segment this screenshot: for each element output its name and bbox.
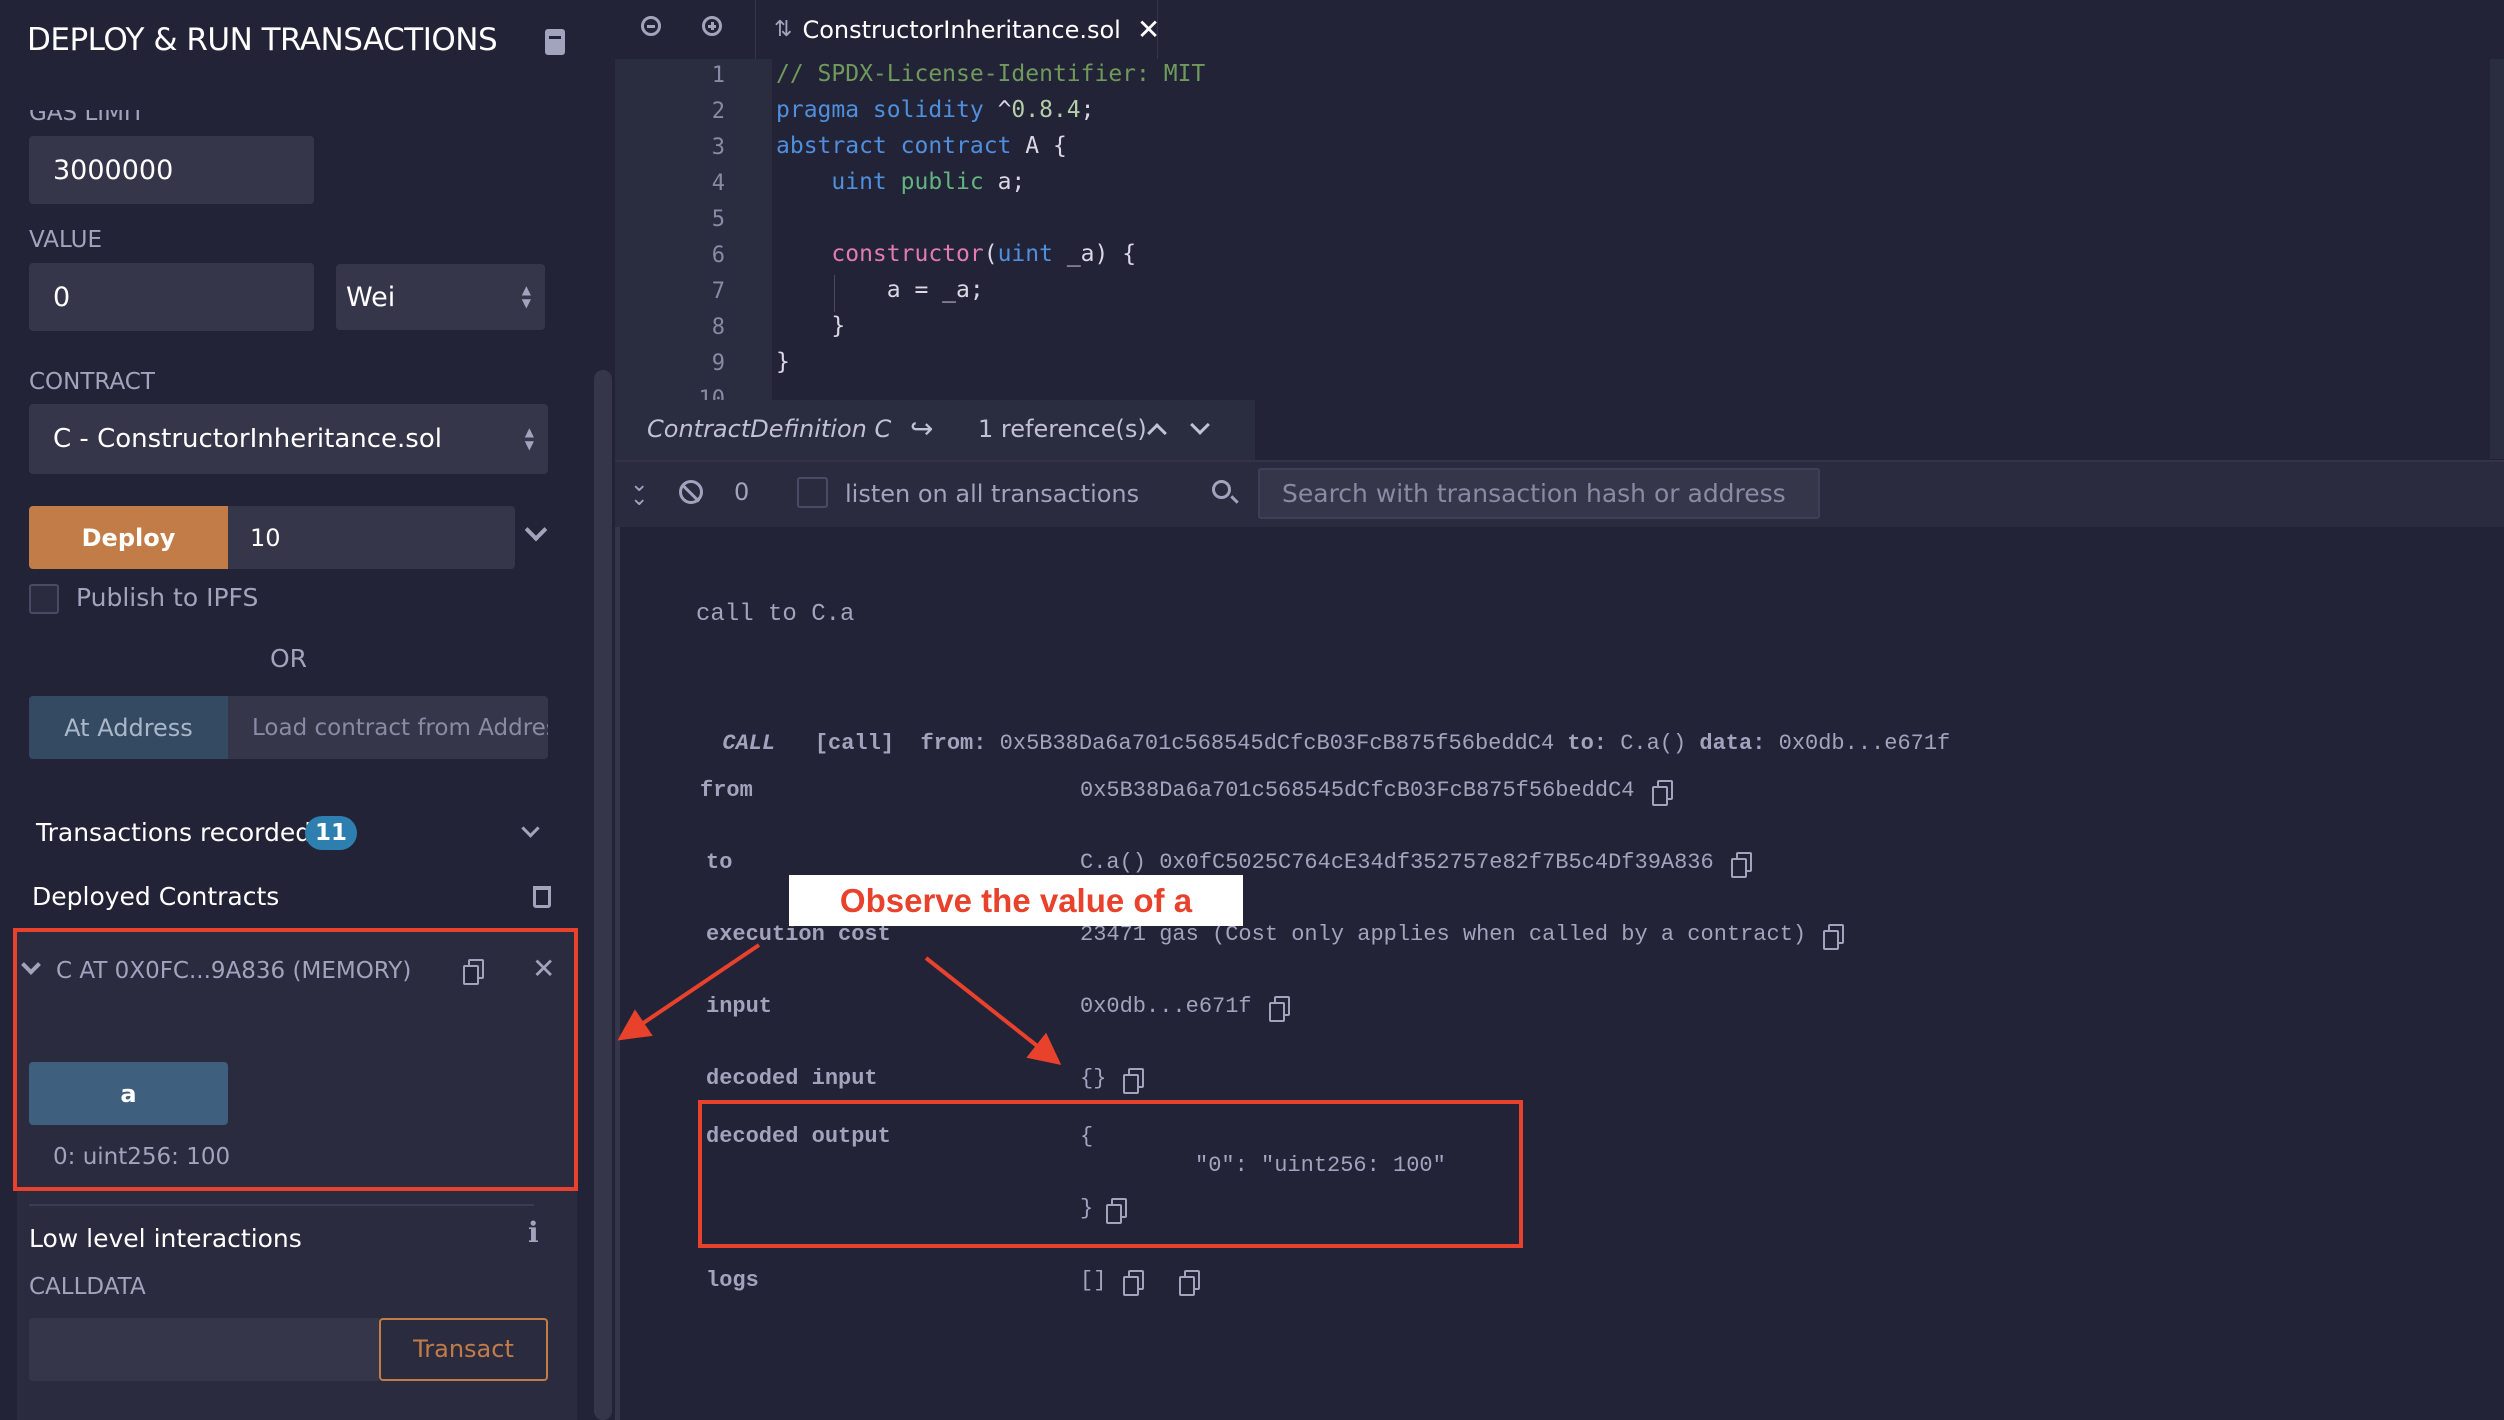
- arrow-to-decoded: [924, 956, 1062, 1065]
- annotation-arrows: [617, 943, 1062, 1065]
- arrow-to-deployed: [617, 943, 761, 1041]
